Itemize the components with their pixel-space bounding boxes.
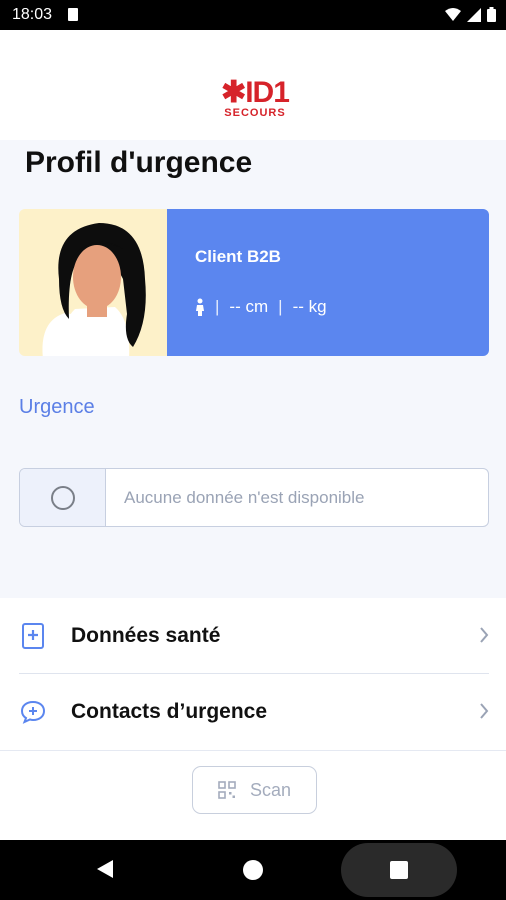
qr-code-icon bbox=[218, 781, 236, 799]
stats-separator: | bbox=[278, 297, 283, 316]
system-nav-bar bbox=[0, 840, 506, 900]
empty-state-icon-area bbox=[20, 469, 106, 526]
profile-height: -- cm bbox=[229, 297, 269, 316]
menu-list: Données santé Contacts d’urgence bbox=[0, 598, 506, 750]
status-time: 18:03 bbox=[12, 6, 53, 23]
profile-weight: -- kg bbox=[292, 297, 327, 316]
menu-item-label: Contacts d’urgence bbox=[71, 699, 268, 723]
wifi-icon bbox=[445, 7, 461, 21]
signal-icon bbox=[467, 7, 481, 22]
bottom-action-bar: Scan bbox=[0, 750, 506, 841]
woman-avatar-illustration bbox=[42, 223, 146, 356]
health-record-icon bbox=[19, 622, 47, 650]
chevron-right-icon bbox=[480, 627, 489, 643]
menu-item-donnees-sante[interactable]: Données santé bbox=[19, 598, 489, 673]
profile-info: Client B2B | -- cm | -- kg bbox=[167, 209, 489, 356]
chat-plus-icon bbox=[19, 698, 47, 726]
woman-icon bbox=[196, 298, 204, 316]
sim-card-icon bbox=[68, 8, 78, 21]
menu-item-label: Données santé bbox=[71, 623, 221, 647]
empty-state-message: Aucune donnée n'est disponible bbox=[124, 487, 365, 507]
stats-separator: | bbox=[215, 297, 220, 316]
menu-item-contacts-urgence[interactable]: Contacts d’urgence bbox=[19, 674, 489, 749]
status-bar: 18:03 bbox=[0, 0, 506, 30]
id1-secours-logo: ✱ID1 SECOURS bbox=[213, 78, 297, 124]
logo-subtitle: SECOURS bbox=[224, 107, 286, 119]
recent-apps-icon[interactable] bbox=[390, 861, 408, 879]
page-title: Profil d'urgence bbox=[25, 146, 253, 179]
profile-stats: | -- cm | -- kg bbox=[195, 297, 327, 317]
urgence-empty-state: Aucune donnée n'est disponible bbox=[19, 468, 489, 527]
section-label-urgence: Urgence bbox=[19, 396, 95, 418]
empty-circle-icon bbox=[50, 485, 75, 510]
scan-label: Scan bbox=[249, 779, 292, 800]
avatar bbox=[19, 209, 167, 356]
home-icon[interactable] bbox=[243, 860, 263, 880]
profile-card[interactable]: Client B2B | -- cm | -- kg bbox=[19, 209, 489, 356]
profile-name: Client B2B bbox=[195, 247, 281, 266]
back-icon[interactable] bbox=[96, 859, 114, 879]
status-icons bbox=[445, 7, 496, 22]
logo-mark: ✱ID1 bbox=[221, 76, 290, 109]
scan-button[interactable]: Scan bbox=[192, 766, 317, 814]
battery-icon bbox=[487, 7, 496, 22]
chevron-right-icon bbox=[480, 703, 489, 719]
